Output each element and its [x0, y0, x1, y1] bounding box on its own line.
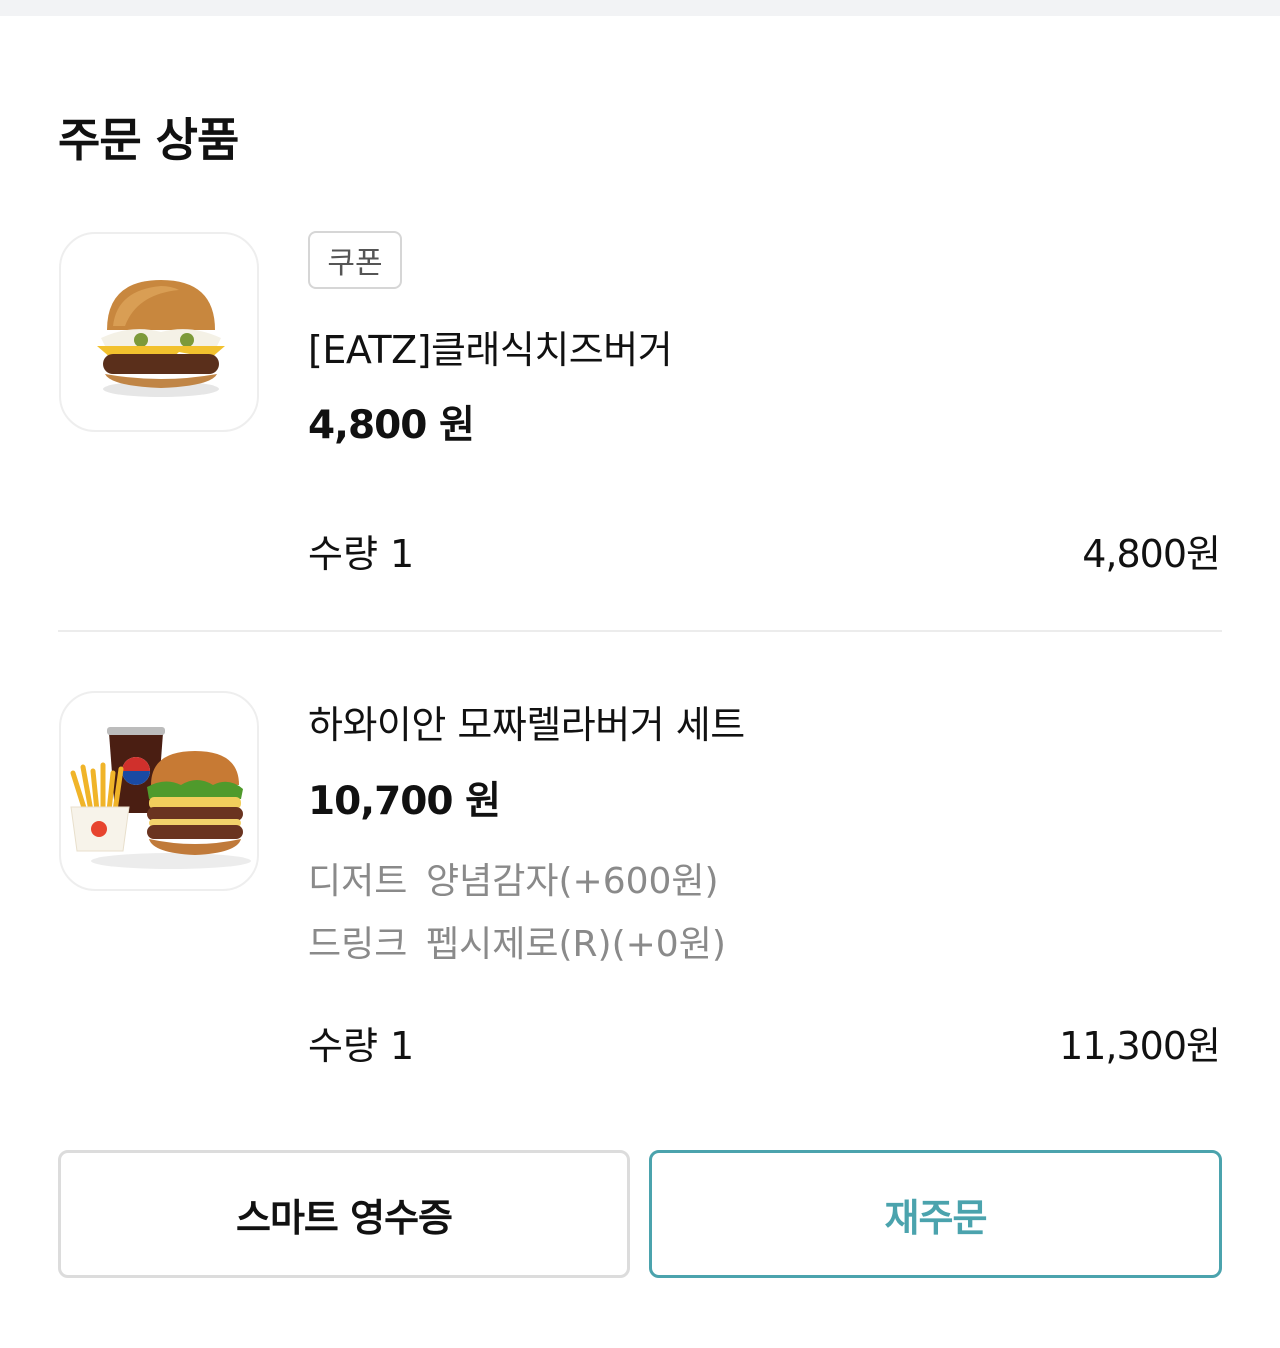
- option-value: 양념감자(+600원): [426, 861, 719, 902]
- item-price: 4,800 원: [308, 403, 475, 448]
- top-strip: [0, 0, 1280, 16]
- item-name: [EATZ]클래식치즈버거: [308, 328, 673, 372]
- item-price: 10,700 원: [308, 779, 501, 824]
- burger-set-icon: [70, 727, 251, 869]
- item-name: 하와이안 모짜렐라버거 세트: [308, 703, 745, 747]
- option-value: 펩시제로(R)(+0원): [426, 924, 726, 965]
- reorder-button[interactable]: 재주문: [649, 1150, 1222, 1278]
- cheeseburger-image[interactable]: [59, 232, 259, 432]
- option-label: 디저트: [308, 861, 408, 902]
- burger-set-image[interactable]: [59, 691, 259, 891]
- item-quantity: 수량 1: [308, 532, 415, 576]
- item-line-total: 4,800원: [1082, 532, 1221, 576]
- option-label: 드링크: [308, 924, 408, 965]
- cheeseburger-icon: [97, 280, 225, 397]
- smart-receipt-button[interactable]: 스마트 영수증: [58, 1150, 630, 1278]
- coupon-badge: 쿠폰: [308, 231, 402, 289]
- section-title: 주문 상품: [58, 113, 239, 167]
- item-quantity: 수량 1: [308, 1024, 415, 1068]
- option-row: 디저트 양념감자(+600원): [308, 852, 719, 904]
- item-divider: [58, 630, 1222, 632]
- option-row: 드링크 펩시제로(R)(+0원): [308, 915, 726, 967]
- item-line-total: 11,300원: [1059, 1024, 1221, 1068]
